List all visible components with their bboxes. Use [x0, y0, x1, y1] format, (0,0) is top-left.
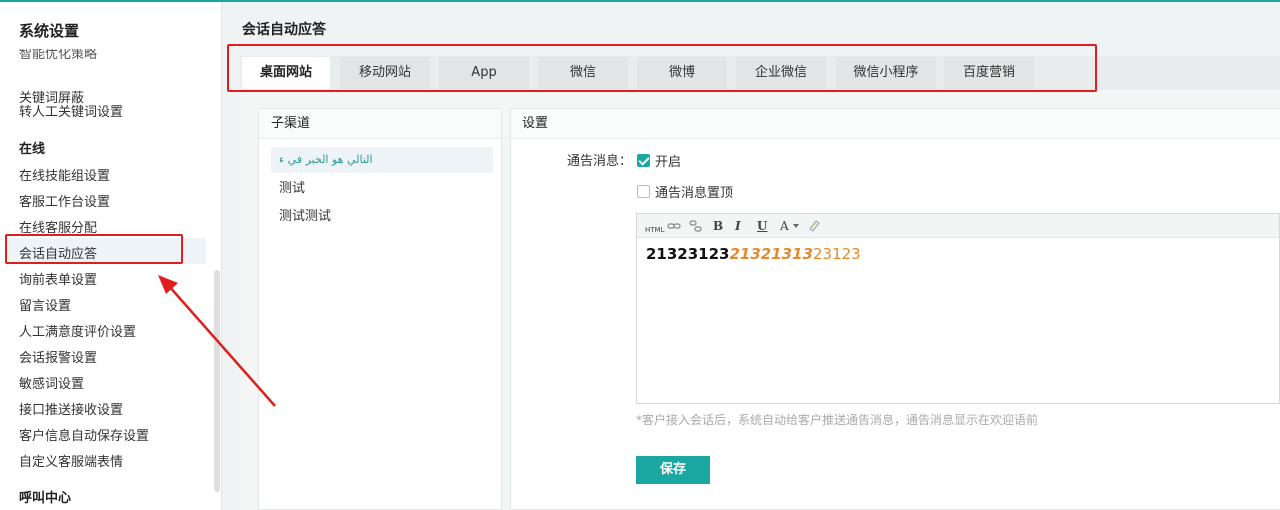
- editor-text-plain: 23123: [813, 245, 861, 263]
- link-icon[interactable]: [667, 221, 681, 231]
- sidebar-item-satisfaction[interactable]: 人工满意度评价设置: [19, 321, 136, 340]
- subchannel-item[interactable]: 测试: [271, 176, 493, 202]
- sidebar-item-transfer-keyword[interactable]: 转人工关键词设置: [19, 101, 123, 120]
- chevron-down-icon[interactable]: [793, 224, 799, 229]
- bold-icon[interactable]: B: [713, 218, 723, 234]
- sidebar-scrollbar[interactable]: [214, 270, 220, 492]
- notice-editor[interactable]: HTML B I U A 213231232132131323123: [636, 213, 1280, 404]
- pin-checkbox[interactable]: [637, 185, 650, 198]
- sidebar-item-custom-emoji[interactable]: 自定义客服端表情: [19, 451, 123, 470]
- italic-icon[interactable]: I: [735, 218, 741, 234]
- subchannel-panel: 子渠道 التالي هو الخبر في ء 测试 测试测试: [258, 108, 502, 510]
- sidebar-item-smart-optimization[interactable]: 智能优化策略: [19, 49, 97, 59]
- sidebar-item-api-push[interactable]: 接口推送接收设置: [19, 399, 123, 418]
- annotation-tabs-box: [227, 44, 1097, 92]
- enable-label: 开启: [655, 155, 682, 170]
- sidebar-item-message[interactable]: 留言设置: [19, 295, 71, 314]
- subchannel-item[interactable]: التالي هو الخبر في ء: [271, 147, 493, 173]
- editor-text-bold: 21323123: [646, 245, 730, 263]
- save-button[interactable]: 保存: [636, 456, 710, 484]
- unlink-icon[interactable]: [689, 219, 703, 233]
- sidebar-item-skill-group[interactable]: 在线技能组设置: [19, 165, 110, 184]
- subchannel-item[interactable]: 测试测试: [271, 204, 493, 230]
- editor-content[interactable]: 213231232132131323123: [646, 245, 861, 263]
- html-source-icon[interactable]: HTML: [645, 222, 664, 238]
- sidebar-item-workbench[interactable]: 客服工作台设置: [19, 191, 110, 210]
- enable-checkbox[interactable]: [637, 154, 650, 167]
- pin-label: 通告消息置顶: [655, 186, 734, 201]
- settings-header: 设置: [511, 109, 1280, 139]
- page-title: 会话自动应答: [242, 22, 326, 38]
- sidebar-item-customer-info[interactable]: 客户信息自动保存设置: [19, 425, 149, 444]
- sidebar-title: 系统设置: [19, 22, 80, 40]
- sidebar-item-alarm[interactable]: 会话报警设置: [19, 347, 97, 366]
- sidebar-item-pre-chat-form[interactable]: 询前表单设置: [19, 269, 97, 288]
- notice-label: 通告消息：: [567, 154, 633, 169]
- eraser-icon[interactable]: [807, 218, 821, 232]
- font-color-icon[interactable]: A: [780, 218, 789, 234]
- annotation-sidebar-box: [5, 234, 183, 264]
- sidebar-section-online: 在线: [19, 142, 46, 157]
- sidebar-item-sensitive-words[interactable]: 敏感词设置: [19, 373, 84, 392]
- notice-hint: *客户接入会话后，系统自动给客户推送通告消息，通告消息显示在欢迎语前: [636, 413, 1039, 427]
- editor-toolbar: HTML B I U A: [637, 214, 1279, 238]
- subchannel-header: 子渠道: [259, 109, 501, 139]
- sidebar-section-call-center: 呼叫中心: [19, 491, 72, 506]
- editor-text-italic: 21321313: [729, 245, 814, 263]
- underline-icon[interactable]: U: [757, 218, 767, 234]
